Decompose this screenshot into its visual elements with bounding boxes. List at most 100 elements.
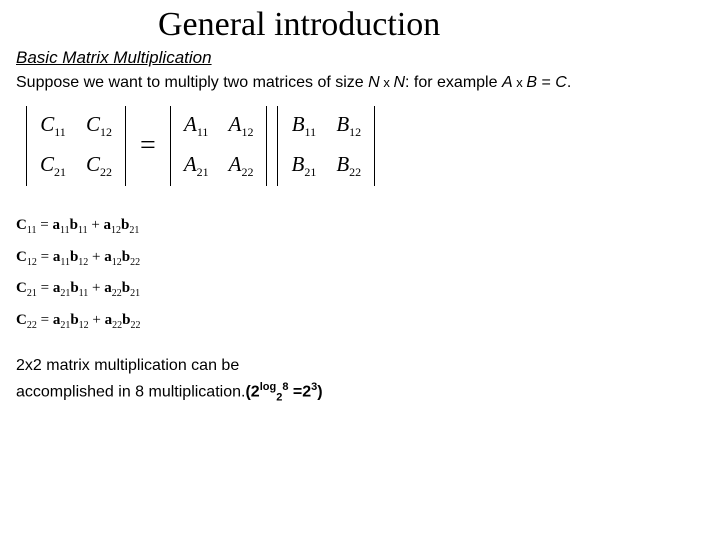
equals-sign: = bbox=[136, 130, 160, 162]
eq3-a2: a bbox=[104, 280, 112, 296]
eq2-b1s: 12 bbox=[78, 257, 88, 268]
eq2-eq: = bbox=[37, 249, 53, 265]
intro-end: . bbox=[567, 74, 571, 91]
foot-line1: 2x2 matrix multiplication can be bbox=[16, 357, 239, 374]
eq3-b1: b bbox=[70, 280, 78, 296]
bracket-left bbox=[26, 106, 28, 186]
mc-21-s: 21 bbox=[54, 165, 66, 179]
eq2-C: C bbox=[16, 249, 27, 265]
eq-c22: C22 = a21b12 + a22b22 bbox=[16, 305, 712, 337]
ma-12-s: 12 bbox=[241, 125, 253, 139]
intro-text: Suppose we want to multiply two matrices… bbox=[16, 74, 712, 92]
foot-sup1: log bbox=[260, 381, 277, 393]
eq-c12: C12 = a11b12 + a12b22 bbox=[16, 242, 712, 274]
foot-b1: (2 bbox=[245, 384, 259, 401]
eq2-a1s: 11 bbox=[60, 257, 70, 268]
intro-mid: : for example bbox=[405, 74, 502, 91]
eq4-b1s: 12 bbox=[79, 320, 89, 331]
mc-12-s: 12 bbox=[100, 125, 112, 139]
ma-22-s: 22 bbox=[241, 165, 253, 179]
eq1-a2: a bbox=[104, 217, 112, 233]
foot-sub1: 2 bbox=[276, 392, 282, 404]
eq1-b2s: 21 bbox=[129, 225, 139, 236]
intro-x2: x bbox=[513, 75, 527, 90]
element-equations: C11 = a11b11 + a12b21 C12 = a11b12 + a12… bbox=[16, 210, 712, 336]
eq1-plus: + bbox=[88, 217, 104, 233]
mb-22-b: B bbox=[336, 152, 349, 176]
eq1-a1s: 11 bbox=[60, 225, 70, 236]
eq4-a2: a bbox=[105, 312, 113, 328]
eq2-b2: b bbox=[122, 249, 130, 265]
eq3-Cs: 21 bbox=[27, 288, 37, 299]
mc-22-s: 22 bbox=[100, 165, 112, 179]
eq2-Cs: 12 bbox=[27, 257, 37, 268]
mb-21-s: 21 bbox=[304, 165, 316, 179]
eq1-a1: a bbox=[52, 217, 60, 233]
intro-C: C bbox=[555, 74, 567, 91]
matrix-equation: C11 C12 C21 C22 = A11 A12 A21 A2 bbox=[26, 104, 712, 188]
foot-line2a: accomplished in 8 multiplication. bbox=[16, 384, 245, 401]
eq3-a2s: 22 bbox=[112, 288, 122, 299]
eq3-a1s: 21 bbox=[60, 288, 70, 299]
mc-12-b: C bbox=[86, 112, 100, 136]
bracket-left bbox=[170, 106, 172, 186]
eq2-a2: a bbox=[104, 249, 112, 265]
mb-11-s: 11 bbox=[305, 125, 317, 139]
eq4-plus: + bbox=[89, 312, 105, 328]
intro-N2: N bbox=[393, 74, 405, 91]
eq4-Cs: 22 bbox=[27, 320, 37, 331]
eq1-a2s: 12 bbox=[111, 225, 121, 236]
eq4-C: C bbox=[16, 312, 27, 328]
bracket-right bbox=[373, 106, 375, 186]
intro-A: A bbox=[502, 74, 513, 91]
ma-12-b: A bbox=[229, 112, 242, 136]
eq3-C: C bbox=[16, 280, 27, 296]
eq2-b2s: 22 bbox=[130, 257, 140, 268]
eq2-plus: + bbox=[88, 249, 104, 265]
mb-22-s: 22 bbox=[349, 165, 361, 179]
foot-b2: =2 bbox=[288, 384, 311, 401]
eq-c11: C11 = a11b11 + a12b21 bbox=[16, 210, 712, 242]
mb-21-b: B bbox=[291, 152, 304, 176]
eq4-a1s: 21 bbox=[60, 320, 70, 331]
ma-21-s: 21 bbox=[197, 165, 209, 179]
foot-b3: ) bbox=[317, 384, 322, 401]
mc-22-b: C bbox=[86, 152, 100, 176]
mc-11-b: C bbox=[40, 112, 54, 136]
eq3-b2s: 21 bbox=[130, 288, 140, 299]
mb-11-b: B bbox=[292, 112, 305, 136]
eq1-C: C bbox=[16, 217, 27, 233]
eq4-b2s: 22 bbox=[130, 320, 140, 331]
ma-11-b: A bbox=[184, 112, 197, 136]
bracket-left bbox=[277, 106, 279, 186]
eq3-b2: b bbox=[122, 280, 130, 296]
ma-21-b: A bbox=[184, 152, 197, 176]
intro-N1: N bbox=[368, 74, 380, 91]
mc-21-b: C bbox=[40, 152, 54, 176]
eq3-plus: + bbox=[88, 280, 104, 296]
matrix-B: B11 B12 B21 B22 bbox=[277, 104, 375, 188]
matrix-A: A11 A12 A21 A22 bbox=[170, 104, 268, 188]
intro-B: B bbox=[526, 74, 537, 91]
eq2-a2s: 12 bbox=[112, 257, 122, 268]
mc-11-s: 11 bbox=[54, 125, 66, 139]
eq3-b1s: 11 bbox=[79, 288, 89, 299]
eq4-a2s: 22 bbox=[112, 320, 122, 331]
eq3-eq: = bbox=[37, 280, 53, 296]
eq-c21: C21 = a21b11 + a22b21 bbox=[16, 273, 712, 305]
intro-x1: x bbox=[380, 75, 394, 90]
eq1-eq: = bbox=[36, 217, 52, 233]
section-subtitle: Basic Matrix Multiplication bbox=[16, 48, 712, 68]
bracket-right bbox=[124, 106, 126, 186]
slide-title: General introduction bbox=[158, 6, 712, 44]
matrix-C: C11 C12 C21 C22 bbox=[26, 104, 126, 188]
ma-11-s: 11 bbox=[197, 125, 209, 139]
eq1-b1: b bbox=[70, 217, 78, 233]
intro-pre: Suppose we want to multiply two matrices… bbox=[16, 74, 368, 91]
mb-12-s: 12 bbox=[349, 125, 361, 139]
eq1-b1s: 11 bbox=[78, 225, 88, 236]
mb-12-b: B bbox=[336, 112, 349, 136]
intro-eq: = bbox=[537, 74, 555, 91]
eq4-b1: b bbox=[70, 312, 78, 328]
footer-text: 2x2 matrix multiplication can be accompl… bbox=[16, 354, 712, 406]
